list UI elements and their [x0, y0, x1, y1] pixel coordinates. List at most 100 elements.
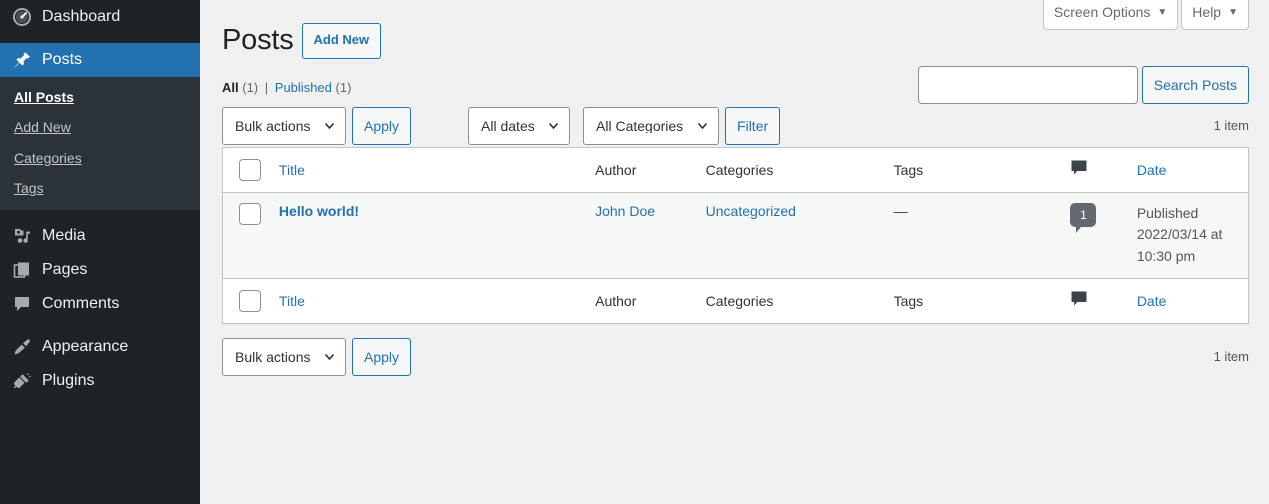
- screen-options-label: Screen Options: [1053, 3, 1151, 20]
- pushpin-icon: [12, 50, 32, 70]
- item-count-top: 1 item: [1213, 117, 1249, 133]
- sidebar-item-media[interactable]: Media: [0, 219, 200, 253]
- help-tab[interactable]: Help ▼: [1181, 0, 1249, 30]
- table-row: Hello world! John Doe Uncategorized — 1: [222, 192, 1249, 279]
- media-icon: [12, 226, 32, 246]
- status-separator: |: [264, 79, 269, 95]
- column-header-categories: Categories: [695, 147, 884, 193]
- sidebar-item-pages[interactable]: Pages: [0, 253, 200, 287]
- sidebar-item-label: Appearance: [42, 338, 129, 356]
- column-footer-title: Title: [268, 277, 586, 324]
- posts-submenu: All Posts Add New Categories Tags: [0, 77, 200, 211]
- search-input[interactable]: [917, 66, 1138, 104]
- table-footer-row: Title Author Categories Tags Date: [222, 277, 1249, 324]
- posts-table-foot: Title Author Categories Tags Date: [222, 277, 1249, 324]
- comments-icon: [12, 294, 32, 314]
- post-time-text: 10:30 pm: [1136, 248, 1196, 265]
- sidebar-item-appearance[interactable]: Appearance: [0, 330, 200, 364]
- select-all-checkbox-top[interactable]: [239, 158, 261, 181]
- sidebar-item-label: Posts: [42, 51, 83, 68]
- sort-title-link-top[interactable]: Title: [279, 162, 305, 178]
- post-category-link[interactable]: Uncategorized: [706, 203, 796, 219]
- comment-bubble-tail: [1076, 226, 1082, 233]
- posts-table-body: Hello world! John Doe Uncategorized — 1: [222, 192, 1249, 279]
- row-date-cell: Published 2022/03/14 at 10:30 pm: [1127, 192, 1249, 278]
- dashboard-icon: [12, 7, 32, 27]
- select-all-checkbox-bottom[interactable]: [239, 289, 261, 312]
- sidebar-subitem-add-new[interactable]: Add New: [0, 112, 200, 142]
- row-checkbox[interactable]: [239, 202, 261, 225]
- sidebar-item-label: Plugins: [42, 372, 95, 390]
- search-posts-button[interactable]: Search Posts: [1141, 66, 1249, 104]
- row-categories-cell: Uncategorized: [696, 192, 884, 278]
- comments-bubble-icon[interactable]: [1070, 290, 1088, 311]
- sidebar-item-posts[interactable]: Posts: [0, 43, 200, 77]
- sidebar-subitem-all-posts[interactable]: All Posts: [0, 82, 200, 112]
- pages-icon: [12, 260, 32, 280]
- apply-button-bottom[interactable]: Apply: [352, 337, 412, 376]
- apply-button-top[interactable]: Apply: [352, 106, 412, 145]
- sidebar-subitem-tags[interactable]: Tags: [0, 173, 200, 203]
- add-new-button[interactable]: Add New: [301, 22, 382, 59]
- sidebar-item-dashboard[interactable]: Dashboard: [0, 0, 200, 34]
- sort-date-link-bottom[interactable]: Date: [1137, 293, 1167, 309]
- chevron-down-icon: ▼: [1228, 6, 1238, 18]
- status-link-all[interactable]: All: [222, 80, 239, 95]
- tablenav-bottom: Bulk actions Apply 1 item: [222, 337, 1249, 378]
- column-header-title: Title: [268, 147, 586, 193]
- select-all-footer: [222, 277, 269, 324]
- plug-icon: [12, 371, 32, 391]
- help-label: Help: [1192, 3, 1222, 20]
- row-comments-cell: 1: [1060, 192, 1126, 278]
- column-footer-author: Author: [585, 277, 696, 324]
- row-select-cell: [223, 192, 269, 278]
- status-count-all: (1): [242, 79, 259, 95]
- row-title-cell: Hello world!: [269, 192, 585, 278]
- column-header-tags: Tags: [883, 147, 1061, 193]
- item-count-bottom: 1 item: [1213, 348, 1249, 364]
- dates-select[interactable]: All dates: [468, 106, 571, 145]
- sidebar-item-label: Media: [42, 227, 86, 245]
- bulk-actions-select-bottom[interactable]: Bulk actions: [222, 337, 346, 376]
- categories-select[interactable]: All Categories: [583, 106, 720, 145]
- table-header-row: Title Author Categories Tags Date: [222, 147, 1249, 193]
- sidebar-item-comments[interactable]: Comments: [0, 287, 200, 321]
- wordpress-admin-screen: Dashboard Posts All Posts Add New Catego…: [0, 0, 1269, 504]
- bulk-actions-select-top[interactable]: Bulk actions: [222, 106, 346, 145]
- dates-select-wrapper: All dates: [468, 106, 571, 145]
- tablenav-top: Bulk actions Apply All dates All Categor…: [222, 106, 1249, 147]
- column-header-comments: [1060, 147, 1127, 193]
- bulk-actions-bottom: Bulk actions Apply: [222, 337, 412, 376]
- sort-title-link-bottom[interactable]: Title: [279, 293, 305, 309]
- sidebar-item-label: Dashboard: [42, 8, 121, 25]
- sidebar-item-plugins[interactable]: Plugins: [0, 364, 200, 398]
- posts-table-head: Title Author Categories Tags Date: [222, 147, 1249, 193]
- row-author-cell: John Doe: [585, 192, 696, 278]
- status-link-all-item: All (1) |: [222, 80, 271, 95]
- column-footer-tags: Tags: [883, 277, 1061, 324]
- post-author-link[interactable]: John Doe: [595, 203, 655, 219]
- column-footer-date: Date: [1126, 277, 1249, 324]
- bulk-actions-select-wrapper-top: Bulk actions: [222, 106, 346, 145]
- status-link-published[interactable]: Published: [275, 80, 332, 95]
- search-box: Search Posts: [917, 66, 1249, 104]
- column-footer-comments: [1060, 277, 1127, 324]
- sort-date-link-top[interactable]: Date: [1137, 162, 1167, 178]
- row-tags-cell: —: [893, 202, 908, 219]
- sidebar-item-label: Pages: [42, 261, 88, 279]
- status-count-published: (1): [335, 79, 352, 95]
- page-title: Posts: [222, 24, 294, 56]
- post-status-text: Published: [1136, 204, 1199, 221]
- posts-table: Title Author Categories Tags Date Hello …: [222, 146, 1249, 324]
- post-title-link[interactable]: Hello world!: [279, 203, 359, 219]
- chevron-down-icon: ▼: [1157, 6, 1168, 18]
- screen-options-tab[interactable]: Screen Options ▼: [1042, 0, 1179, 30]
- bulk-actions-select-wrapper-bottom: Bulk actions: [222, 337, 346, 376]
- sidebar-subitem-categories[interactable]: Categories: [0, 143, 200, 173]
- post-date-text: 2022/03/14 at: [1136, 226, 1223, 243]
- comment-count-bubble[interactable]: 1: [1070, 202, 1097, 233]
- column-footer-categories: Categories: [695, 277, 884, 324]
- comments-bubble-icon[interactable]: [1070, 159, 1088, 180]
- filter-button[interactable]: Filter: [725, 106, 781, 145]
- column-header-date: Date: [1126, 147, 1249, 193]
